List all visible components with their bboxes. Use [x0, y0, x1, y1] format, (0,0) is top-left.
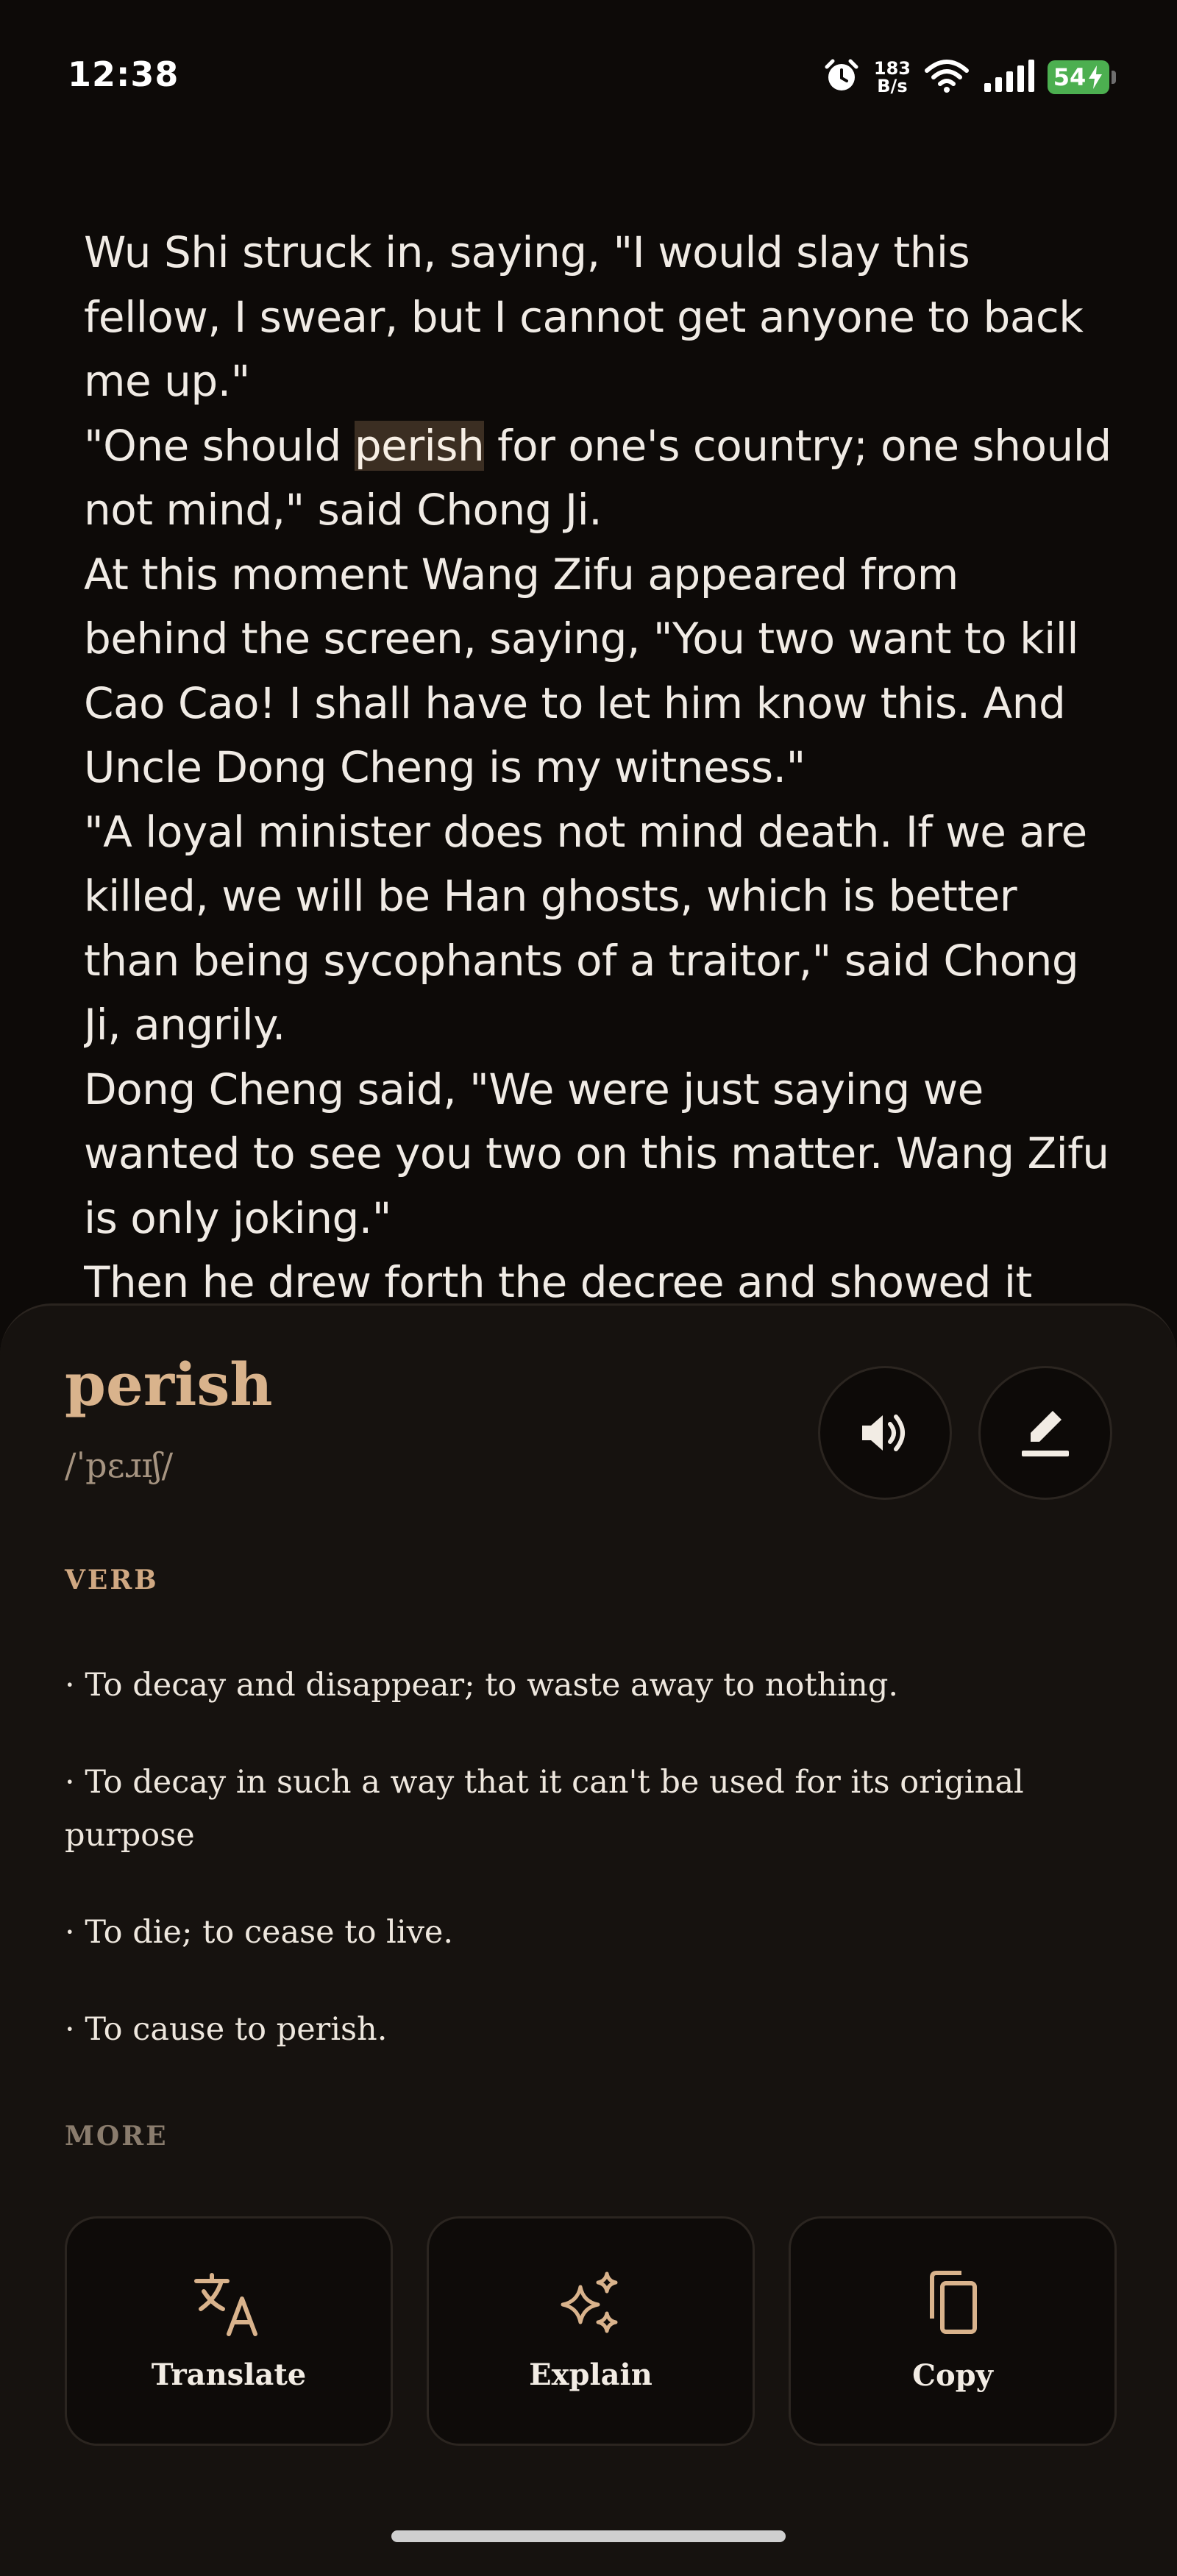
translate-button[interactable]: Translate — [65, 2216, 393, 2446]
wifi-icon — [924, 57, 970, 97]
pronunciation: /ˈpɛɹɪʃ/ — [65, 1445, 174, 1485]
copy-button[interactable]: Copy — [789, 2216, 1117, 2446]
definition-item: · To decay and disappear; to waste away … — [65, 1667, 899, 1704]
translate-label: Translate — [151, 2357, 307, 2392]
home-indicator[interactable] — [391, 2530, 786, 2542]
definition-item: · To die; to cease to live. — [65, 1914, 454, 1951]
network-speed-value: 183 — [873, 58, 911, 79]
part-of-speech: VERB — [65, 1565, 159, 1595]
sparkle-icon — [561, 2271, 618, 2333]
paragraph: Dong Cheng said, "We were just saying we… — [84, 1064, 1109, 1243]
speaker-icon — [862, 1415, 905, 1451]
signal-icon — [983, 60, 1034, 95]
explain-label: Explain — [529, 2357, 652, 2392]
charging-icon — [1089, 65, 1103, 89]
paragraph: At this moment Wang Zifu appeared from b… — [84, 549, 1079, 793]
action-buttons: Translate Explain Copy — [65, 2216, 1117, 2446]
status-icons: 183 B/s 54 — [822, 51, 1116, 103]
status-bar: 12:38 183 B/s 54 — [0, 0, 1177, 154]
definition-item: · To cause to perish. — [65, 2011, 388, 2048]
network-speed-unit: B/s — [877, 76, 908, 96]
paragraph: Then he drew forth the decree and showed… — [84, 1257, 1032, 1307]
copy-label: Copy — [912, 2358, 993, 2393]
copy-icon — [930, 2270, 977, 2334]
definition-list: · To decay and disappear; to waste away … — [65, 1659, 1109, 2100]
reader-text: Wu Shi struck in, saying, "I would slay … — [84, 221, 1114, 1309]
dictionary-word: perish — [65, 1350, 273, 1419]
translate-icon — [194, 2272, 257, 2336]
status-time: 12:38 — [68, 54, 179, 94]
pronounce-button[interactable] — [818, 1366, 952, 1500]
edit-button[interactable] — [978, 1366, 1112, 1500]
battery-level: 54 — [1053, 63, 1087, 91]
paragraph: Wu Shi struck in, saying, "I would slay … — [84, 227, 1084, 406]
edit-icon — [1022, 1411, 1069, 1456]
paragraph: "A loyal minister does not mind death. I… — [84, 806, 1087, 1050]
more-link[interactable]: MORE — [65, 2121, 168, 2152]
alarm-icon — [822, 57, 861, 98]
explain-button[interactable]: Explain — [427, 2216, 755, 2446]
battery-icon: 54 — [1048, 60, 1116, 94]
definition-item: · To decay in such a way that it can't b… — [65, 1764, 1024, 1854]
highlighted-word[interactable]: perish — [354, 420, 485, 471]
network-speed: 183 B/s — [874, 60, 911, 95]
dictionary-sheet: perish /ˈpɛɹɪʃ/ VERB · To decay and disa… — [0, 1303, 1177, 2576]
paragraph: "One should perish for one's country; on… — [84, 420, 1112, 535]
